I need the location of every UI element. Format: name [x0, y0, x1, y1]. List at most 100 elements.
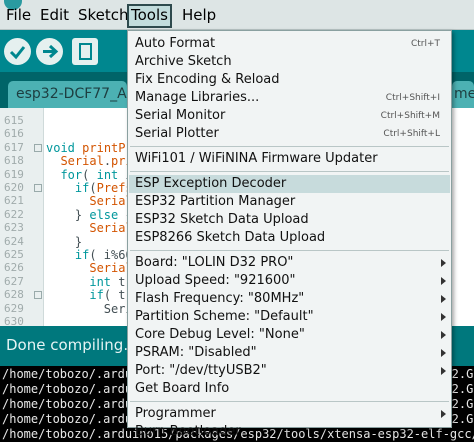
code-line: Seria: [46, 301, 140, 316]
new-sketch-icon: [79, 43, 92, 60]
code-line: Serial: [89, 261, 133, 276]
menu-item-label: Core Debug Level: "None": [135, 327, 305, 342]
menu-item-label: ESP8266 Sketch Data Upload: [135, 230, 326, 245]
new-sketch-button[interactable]: [72, 38, 98, 65]
menu-item-programmer[interactable]: Programmer: [129, 405, 450, 423]
menu-item-label: Auto Format: [135, 36, 216, 51]
submenu-arrow-icon: [441, 313, 446, 321]
line-number: 622: [4, 207, 24, 221]
menu-separator: [130, 250, 449, 251]
code-line: Serial.prin: [60, 154, 140, 169]
verify-icon: [9, 46, 26, 60]
line-number: 626: [4, 261, 24, 275]
menu-item-esp8266-sketch-data-upload[interactable]: ESP8266 Sketch Data Upload: [129, 229, 450, 247]
menu-sketch[interactable]: Sketch: [76, 4, 131, 28]
code-line: int t =: [89, 274, 140, 289]
code-editor-right-peek: [452, 108, 474, 326]
menu-item-upload-speed-921600[interactable]: Upload Speed: "921600": [129, 272, 450, 290]
code-line: if(Prefs: [74, 181, 133, 195]
menu-item-serial-monitor[interactable]: Serial Monitor Ctrl+Shift+M: [129, 107, 450, 125]
menu-item-psram-disabled[interactable]: PSRAM: "Disabled": [129, 344, 450, 362]
menu-item-label: ESP32 Sketch Data Upload: [135, 212, 309, 227]
menu-item-wifi101-wifinina-firmware-updater[interactable]: WiFi101 / WiFiNINA Firmware Updater: [129, 150, 450, 168]
menu-item-label: Serial Plotter: [135, 126, 219, 141]
code-line: }: [46, 234, 83, 249]
menu-item-label: Burn Bootloader: [135, 424, 241, 439]
menu-item-shortcut: Ctrl+Shift+I: [385, 93, 440, 103]
menu-item-archive-sketch[interactable]: Archive Sketch: [129, 53, 450, 71]
menu-edit[interactable]: Edit: [38, 4, 71, 28]
line-number: 619: [4, 167, 24, 181]
fold-toggle-icon[interactable]: [34, 291, 42, 300]
submenu-arrow-icon: [441, 295, 446, 303]
menu-item-esp32-sketch-data-upload[interactable]: ESP32 Sketch Data Upload: [129, 211, 450, 229]
menu-item-label: Archive Sketch: [135, 54, 232, 69]
menu-item-label: PSRAM: "Disabled": [135, 345, 257, 360]
menu-bar: File Edit Sketch Tools Help: [0, 0, 474, 30]
submenu-arrow-icon: [441, 331, 446, 339]
code-line: } else {: [46, 207, 133, 222]
line-number: 618: [4, 154, 24, 168]
tools-dropdown-menu: Auto Format Ctrl+T Archive Sketch Fix Encod…: [127, 30, 452, 439]
menu-separator: [130, 401, 449, 402]
fold-toggle-icon[interactable]: [34, 143, 42, 152]
menu-item-label: Flash Frequency: "80MHz": [135, 291, 305, 306]
menu-item-esp32-partition-manager[interactable]: ESP32 Partition Manager: [129, 193, 450, 211]
console-line: /home/tobozo/.ardui: [2, 397, 140, 411]
code-line: if( i%60: [74, 248, 133, 262]
menu-separator: [130, 171, 449, 172]
line-number: 625: [4, 248, 24, 261]
menu-item-shortcut: Ctrl+Shift+M: [380, 111, 440, 121]
menu-item-board-lolin-d32-pro[interactable]: Board: "LOLIN D32 PRO": [129, 254, 450, 272]
menu-item-label: Serial Monitor: [135, 108, 226, 123]
menu-item-esp-exception-decoder[interactable]: ESP Exception Decoder: [129, 175, 450, 193]
menu-item-label: Get Board Info: [135, 381, 230, 396]
upload-button[interactable]: [36, 38, 63, 65]
menu-item-label: Board: "LOLIN D32 PRO": [135, 255, 294, 270]
menu-item-shortcut: Ctrl+Shift+L: [383, 129, 440, 139]
menu-tools[interactable]: Tools: [127, 4, 172, 28]
line-number: 629: [4, 301, 24, 315]
fold-toggle-icon[interactable]: [34, 184, 42, 192]
submenu-arrow-icon: [441, 410, 446, 418]
menu-item-label: ESP Exception Decoder: [135, 176, 287, 191]
tab-partial-right[interactable]: me: [452, 81, 474, 108]
tab-sketch-active[interactable]: esp32-DCF77_An: [8, 81, 127, 108]
console-line: /home/tobozo/.ardui: [2, 382, 140, 396]
console-line: /home/tobozo/.ardui: [2, 367, 140, 381]
submenu-arrow-icon: [441, 367, 446, 375]
menu-item-label: Manage Libraries...: [135, 90, 260, 105]
menu-item-label: Partition Scheme: "Default": [135, 309, 314, 324]
code-line: if( t -: [89, 288, 140, 303]
menu-item-serial-plotter[interactable]: Serial Plotter Ctrl+Shift+L: [129, 125, 450, 143]
menu-item-partition-scheme-default[interactable]: Partition Scheme: "Default": [129, 308, 450, 326]
line-number: 627: [4, 274, 24, 288]
menu-item-label: WiFi101 / WiFiNINA Firmware Updater: [135, 151, 378, 166]
menu-item-burn-bootloader[interactable]: Burn Bootloader: [129, 423, 450, 441]
verify-button[interactable]: [4, 38, 31, 65]
line-number: 615: [4, 114, 24, 127]
menu-item-get-board-info[interactable]: Get Board Info: [129, 380, 450, 398]
line-number-gutter: 615 616 617 618 619 620 621 622 623 624 625 626 627 6…: [0, 108, 44, 328]
menu-file[interactable]: File: [4, 4, 33, 28]
line-number: 623: [4, 221, 24, 235]
line-number: 621: [4, 194, 24, 208]
menu-item-flash-frequency-80mhz[interactable]: Flash Frequency: "80MHz": [129, 290, 450, 308]
menu-item-core-debug-level-none[interactable]: Core Debug Level: "None": [129, 326, 450, 344]
status-message: Done compiling.: [6, 336, 129, 354]
menu-item-label: Fix Encoding & Reload: [135, 72, 280, 87]
submenu-arrow-icon: [441, 259, 446, 267]
menu-separator: [130, 146, 449, 147]
menu-item-auto-format[interactable]: Auto Format Ctrl+T: [129, 35, 450, 53]
menu-item-label: Port: "/dev/ttyUSB2": [135, 363, 267, 378]
menu-item-port-dev-ttyusb2[interactable]: Port: "/dev/ttyUSB2": [129, 362, 450, 380]
upload-icon: [43, 44, 59, 59]
menu-help[interactable]: Help: [180, 4, 218, 28]
menu-item-label: Upload Speed: "921600": [135, 273, 296, 288]
line-number: 624: [4, 234, 24, 248]
line-number: 616: [4, 127, 24, 141]
menu-item-fix-encoding-reload[interactable]: Fix Encoding & Reload: [129, 71, 450, 89]
code-line: void printPre: [46, 140, 140, 155]
menu-item-manage-libraries[interactable]: Manage Libraries... Ctrl+Shift+I: [129, 89, 450, 107]
code-line: for( int i=: [60, 167, 140, 182]
